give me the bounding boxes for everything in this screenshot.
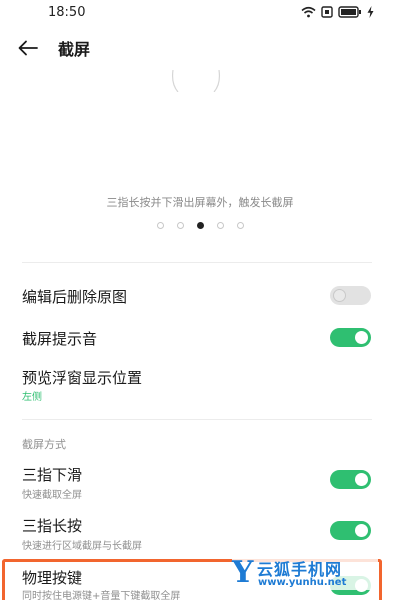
setting-delete-original[interactable]: 编辑后删除原图 bbox=[0, 276, 400, 314]
toggle-knob bbox=[355, 524, 368, 537]
phone-illustration bbox=[171, 70, 221, 92]
setting-label: 三指长按 bbox=[22, 517, 83, 535]
status-icons bbox=[301, 5, 374, 19]
gesture-preview: 三指长按并下滑出屏幕外，触发长截屏 bbox=[0, 70, 400, 250]
setting-label: 编辑后删除原图 bbox=[22, 288, 128, 306]
divider bbox=[22, 262, 372, 263]
setting-label: 预览浮窗显示位置 bbox=[22, 369, 143, 387]
page-dot[interactable] bbox=[156, 222, 164, 229]
status-time: 18:50 bbox=[48, 5, 86, 20]
toggle-knob bbox=[355, 473, 368, 486]
preview-caption: 三指长按并下滑出屏幕外，触发长截屏 bbox=[106, 196, 294, 209]
battery-icon bbox=[338, 6, 361, 18]
setting-subtitle: 快速截取全屏 bbox=[22, 490, 82, 501]
delete-original-toggle[interactable] bbox=[330, 286, 371, 305]
screenshot-sound-toggle[interactable] bbox=[330, 328, 371, 347]
page-indicator[interactable] bbox=[0, 222, 400, 229]
wifi-icon bbox=[301, 6, 316, 18]
page-dot[interactable] bbox=[216, 222, 224, 229]
charging-icon bbox=[367, 6, 374, 18]
setting-value: 左侧 bbox=[22, 392, 42, 403]
page-title: 截屏 bbox=[58, 40, 91, 59]
watermark-letter: Y bbox=[232, 555, 254, 590]
page-dot[interactable] bbox=[176, 222, 184, 229]
section-header: 截屏方式 bbox=[22, 438, 66, 451]
app-bar: 截屏 bbox=[0, 26, 400, 70]
setting-subtitle: 快速进行区域截屏与长截屏 bbox=[22, 541, 142, 552]
toggle-knob bbox=[355, 331, 368, 344]
status-bar: 18:50 bbox=[0, 0, 400, 26]
toggle-knob bbox=[333, 289, 346, 302]
setting-label: 截屏提示音 bbox=[22, 330, 98, 348]
divider bbox=[22, 419, 372, 420]
page-dot[interactable] bbox=[236, 222, 244, 229]
setting-preview-position[interactable]: 预览浮窗显示位置 左侧 bbox=[0, 362, 400, 408]
setting-three-finger-hold[interactable]: 三指长按 快速进行区域截屏与长截屏 bbox=[0, 510, 400, 554]
setting-three-finger-swipe[interactable]: 三指下滑 快速截取全屏 bbox=[0, 458, 400, 502]
three-finger-swipe-toggle[interactable] bbox=[330, 470, 371, 489]
sim-icon bbox=[321, 6, 333, 18]
watermark-url: www.yunhu.net bbox=[258, 577, 347, 588]
setting-screenshot-sound[interactable]: 截屏提示音 bbox=[0, 318, 400, 356]
three-finger-hold-toggle[interactable] bbox=[330, 521, 371, 540]
setting-label: 三指下滑 bbox=[22, 466, 83, 484]
back-button[interactable] bbox=[14, 35, 42, 61]
page-dot[interactable] bbox=[196, 222, 204, 229]
arrow-left-icon bbox=[18, 40, 38, 56]
watermark-logo: Y 云狐手机网 www.yunhu.net bbox=[232, 555, 378, 590]
